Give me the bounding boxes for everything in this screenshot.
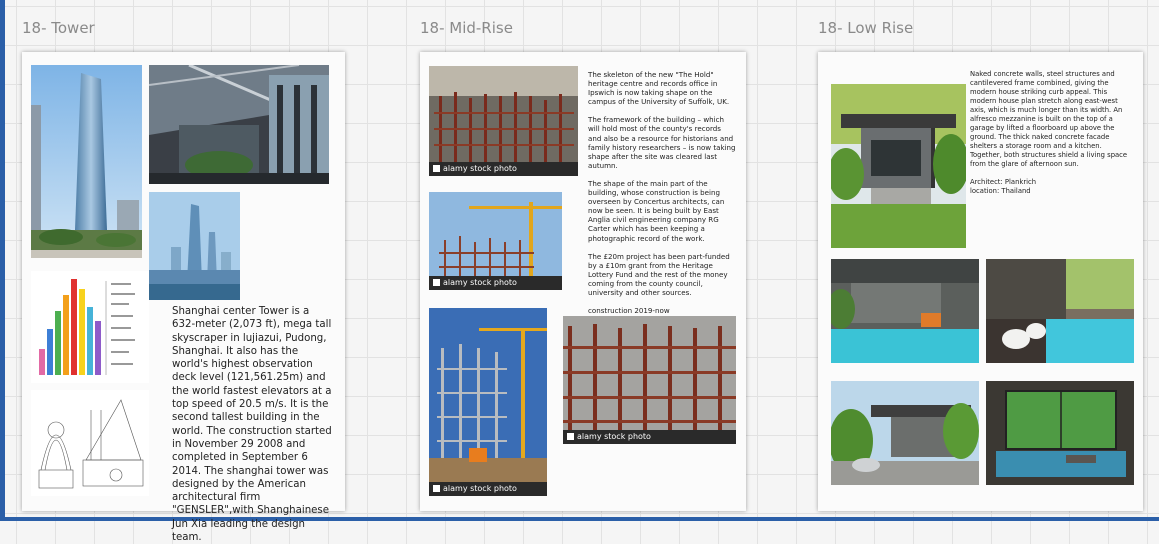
lowrise-house-photo-2 [831,259,979,363]
tower-plan-drawing [31,390,149,496]
section-title-lowrise: 18- Low Rise [818,19,914,37]
midrise-paragraph: The framework of the building – which wi… [588,115,736,170]
midrise-frame-photo-1: alamy stock photo [429,66,578,176]
watermark-text: alamy stock photo [443,164,517,173]
lowrise-paragraph: Naked concrete walls, steel structures a… [970,70,1128,168]
midrise-frame-photo-2: alamy stock photo [429,192,562,290]
midrise-card[interactable]: alamy stock photo alamy stock photo alam… [420,52,746,511]
window-frame-left [0,0,5,521]
alamy-logo-icon [433,165,440,172]
tower-interior-photo [149,65,329,184]
alamy-logo-icon [567,433,574,440]
lowrise-house-photo-3 [986,259,1134,363]
midrise-paragraph: The £20m project has been part-funded by… [588,251,730,297]
midrise-frame-photo-3: alamy stock photo [429,308,547,496]
watermark-text: alamy stock photo [577,432,651,441]
lowrise-architect: Architect: Plankrich [970,178,1037,186]
lowrise-location: location: Thailand [970,187,1031,195]
watermark: alamy stock photo [429,276,562,290]
tower-card[interactable]: Shanghai center Tower is a 632-meter (2,… [22,52,345,543]
watermark-text: alamy stock photo [443,484,517,493]
section-title-tower: 18- Tower [22,19,95,37]
tower-section-diagram [31,271,149,383]
midrise-paragraph: The skeleton of the new "The Hold" herit… [588,70,730,107]
watermark-text: alamy stock photo [443,278,517,287]
lowrise-house-photo-5 [986,381,1134,485]
midrise-paragraph: construction 2019-now [588,306,670,316]
lowrise-house-photo-main [831,84,966,248]
watermark: alamy stock photo [429,482,547,496]
midrise-description: The skeleton of the new "The Hold" herit… [588,70,736,324]
tower-skyline-photo [149,192,240,300]
alamy-logo-icon [433,485,440,492]
section-title-midrise: 18- Mid-Rise [420,19,513,37]
tower-exterior-photo [31,65,142,258]
watermark: alamy stock photo [429,162,578,176]
tower-description: Shanghai center Tower is a 632-meter (2,… [172,306,332,544]
midrise-frame-photo-4: alamy stock photo [563,316,736,444]
alamy-logo-icon [433,279,440,286]
lowrise-house-photo-4 [831,381,979,485]
lowrise-card[interactable]: Naked concrete walls, steel structures a… [818,52,1143,511]
midrise-paragraph: The shape of the main part of the buildi… [588,178,725,243]
watermark: alamy stock photo [563,430,736,444]
lowrise-description: Naked concrete walls, steel structures a… [970,70,1135,196]
